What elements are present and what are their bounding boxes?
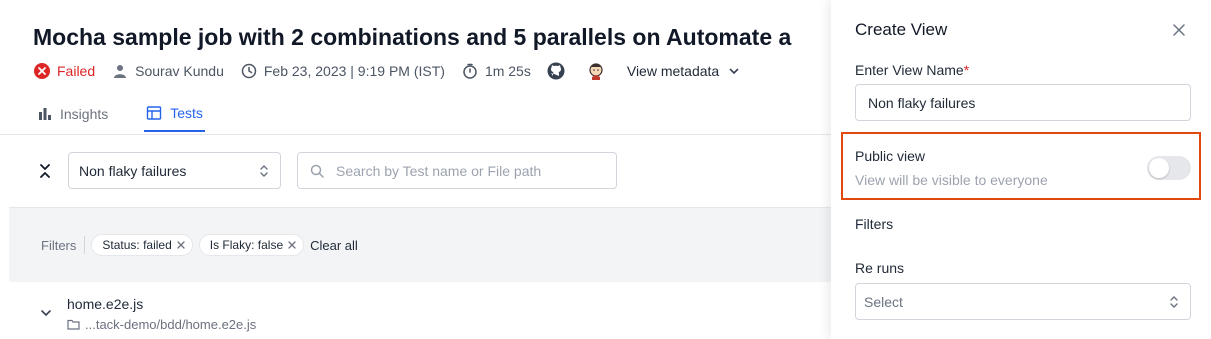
view-metadata-toggle[interactable]: View metadata (627, 62, 743, 80)
stopwatch-icon (461, 62, 479, 80)
error-circle-icon (33, 62, 51, 80)
user-name: Sourav Kundu (135, 63, 224, 79)
duration-text: 1m 25s (484, 63, 531, 79)
user-icon (111, 62, 129, 80)
status-badge: Failed (33, 62, 95, 80)
build-tabs: Insights Tests (36, 96, 239, 134)
tests-toolbar: Non flaky failures Search by Test name o… (0, 135, 831, 207)
create-view-drawer: Create View Enter View Name* Non flaky f… (831, 0, 1211, 339)
chevron-up-down-icon (258, 163, 270, 182)
app-page: Mocha sample job with 2 combinations and… (0, 0, 1211, 339)
close-icon (1173, 24, 1185, 36)
chevron-down-icon (725, 62, 743, 80)
close-icon[interactable] (176, 240, 186, 250)
public-view-description: View will be visible to everyone (855, 172, 1048, 188)
public-view-title: Public view (855, 148, 926, 164)
tab-insights[interactable]: Insights (36, 96, 110, 132)
view-name-value: Non flaky failures (868, 94, 976, 111)
jenkins-icon[interactable] (587, 62, 605, 80)
view-name-input[interactable]: Non flaky failures (855, 84, 1191, 121)
job-user: Sourav Kundu (111, 62, 224, 80)
tab-insights-label: Insights (60, 106, 109, 122)
jenkins-link[interactable] (587, 62, 611, 80)
github-link[interactable] (547, 62, 571, 80)
reruns-label: Re runs (855, 260, 905, 276)
tab-tests[interactable]: Tests (144, 96, 205, 132)
public-view-toggle[interactable] (1147, 156, 1191, 180)
reruns-select[interactable]: Select (855, 283, 1191, 320)
close-drawer-button[interactable] (1171, 22, 1187, 38)
view-select[interactable]: Non flaky failures (68, 152, 281, 189)
chevron-down-icon[interactable] (40, 307, 52, 319)
collapse-icon (40, 164, 50, 178)
test-file-row[interactable]: home.e2e.js ...tack-demo/bdd/home.e2e.js (9, 282, 831, 339)
toggle-knob (1149, 158, 1169, 178)
filters-label: Filters (41, 237, 77, 253)
clock-icon (240, 62, 258, 80)
filters-section-label: Filters (855, 216, 894, 232)
tab-tests-label: Tests (170, 105, 203, 121)
view-select-value: Non flaky failures (79, 162, 187, 179)
folder-icon (67, 319, 80, 330)
view-metadata-label: View metadata (626, 63, 720, 79)
close-icon[interactable] (287, 240, 297, 250)
bar-chart-icon (38, 107, 52, 121)
github-icon[interactable] (547, 62, 565, 80)
job-metadata-row: Failed Sourav Kundu Feb 23, 2023 | 9:19 … (33, 60, 759, 82)
search-placeholder: Search by Test name or File path (336, 162, 542, 179)
job-datetime: Feb 23, 2023 | 9:19 PM (IST) (240, 62, 445, 80)
filter-chip-flaky: Is Flaky: false (198, 234, 305, 256)
table-icon (146, 105, 162, 121)
test-search-input[interactable]: Search by Test name or File path (297, 152, 617, 189)
page-title: Mocha sample job with 2 combinations and… (33, 24, 792, 50)
file-name: home.e2e.js (67, 296, 144, 312)
applied-filters-bar: Filters Status: failed Is Flaky: false C… (9, 207, 831, 282)
job-duration: 1m 25s (461, 62, 531, 80)
reruns-placeholder: Select (864, 293, 903, 310)
public-view-section: Public view View will be visible to ever… (841, 132, 1201, 200)
search-icon (310, 164, 324, 178)
required-mark: * (963, 62, 970, 78)
filter-chip-label: Status: failed (102, 238, 172, 252)
clear-all-button[interactable]: Clear all (310, 238, 358, 253)
filter-chip-label: Is Flaky: false (209, 238, 284, 252)
view-name-label: Enter View Name* (855, 62, 969, 78)
filters-row: Filters Status: failed Is Flaky: false C… (41, 234, 358, 256)
status-text: Failed (57, 63, 96, 79)
view-name-label-text: Enter View Name (855, 62, 964, 78)
divider (84, 236, 86, 254)
chevron-up-down-icon (1168, 294, 1180, 313)
drawer-title: Create View (855, 20, 948, 39)
collapse-all-button[interactable] (36, 162, 54, 180)
datetime-text: Feb 23, 2023 | 9:19 PM (IST) (263, 63, 445, 79)
build-details-panel: Mocha sample job with 2 combinations and… (0, 0, 831, 339)
file-path-text: ...tack-demo/bdd/home.e2e.js (85, 317, 257, 332)
file-path: ...tack-demo/bdd/home.e2e.js (67, 317, 256, 332)
filter-chip-status: Status: failed (91, 234, 193, 256)
